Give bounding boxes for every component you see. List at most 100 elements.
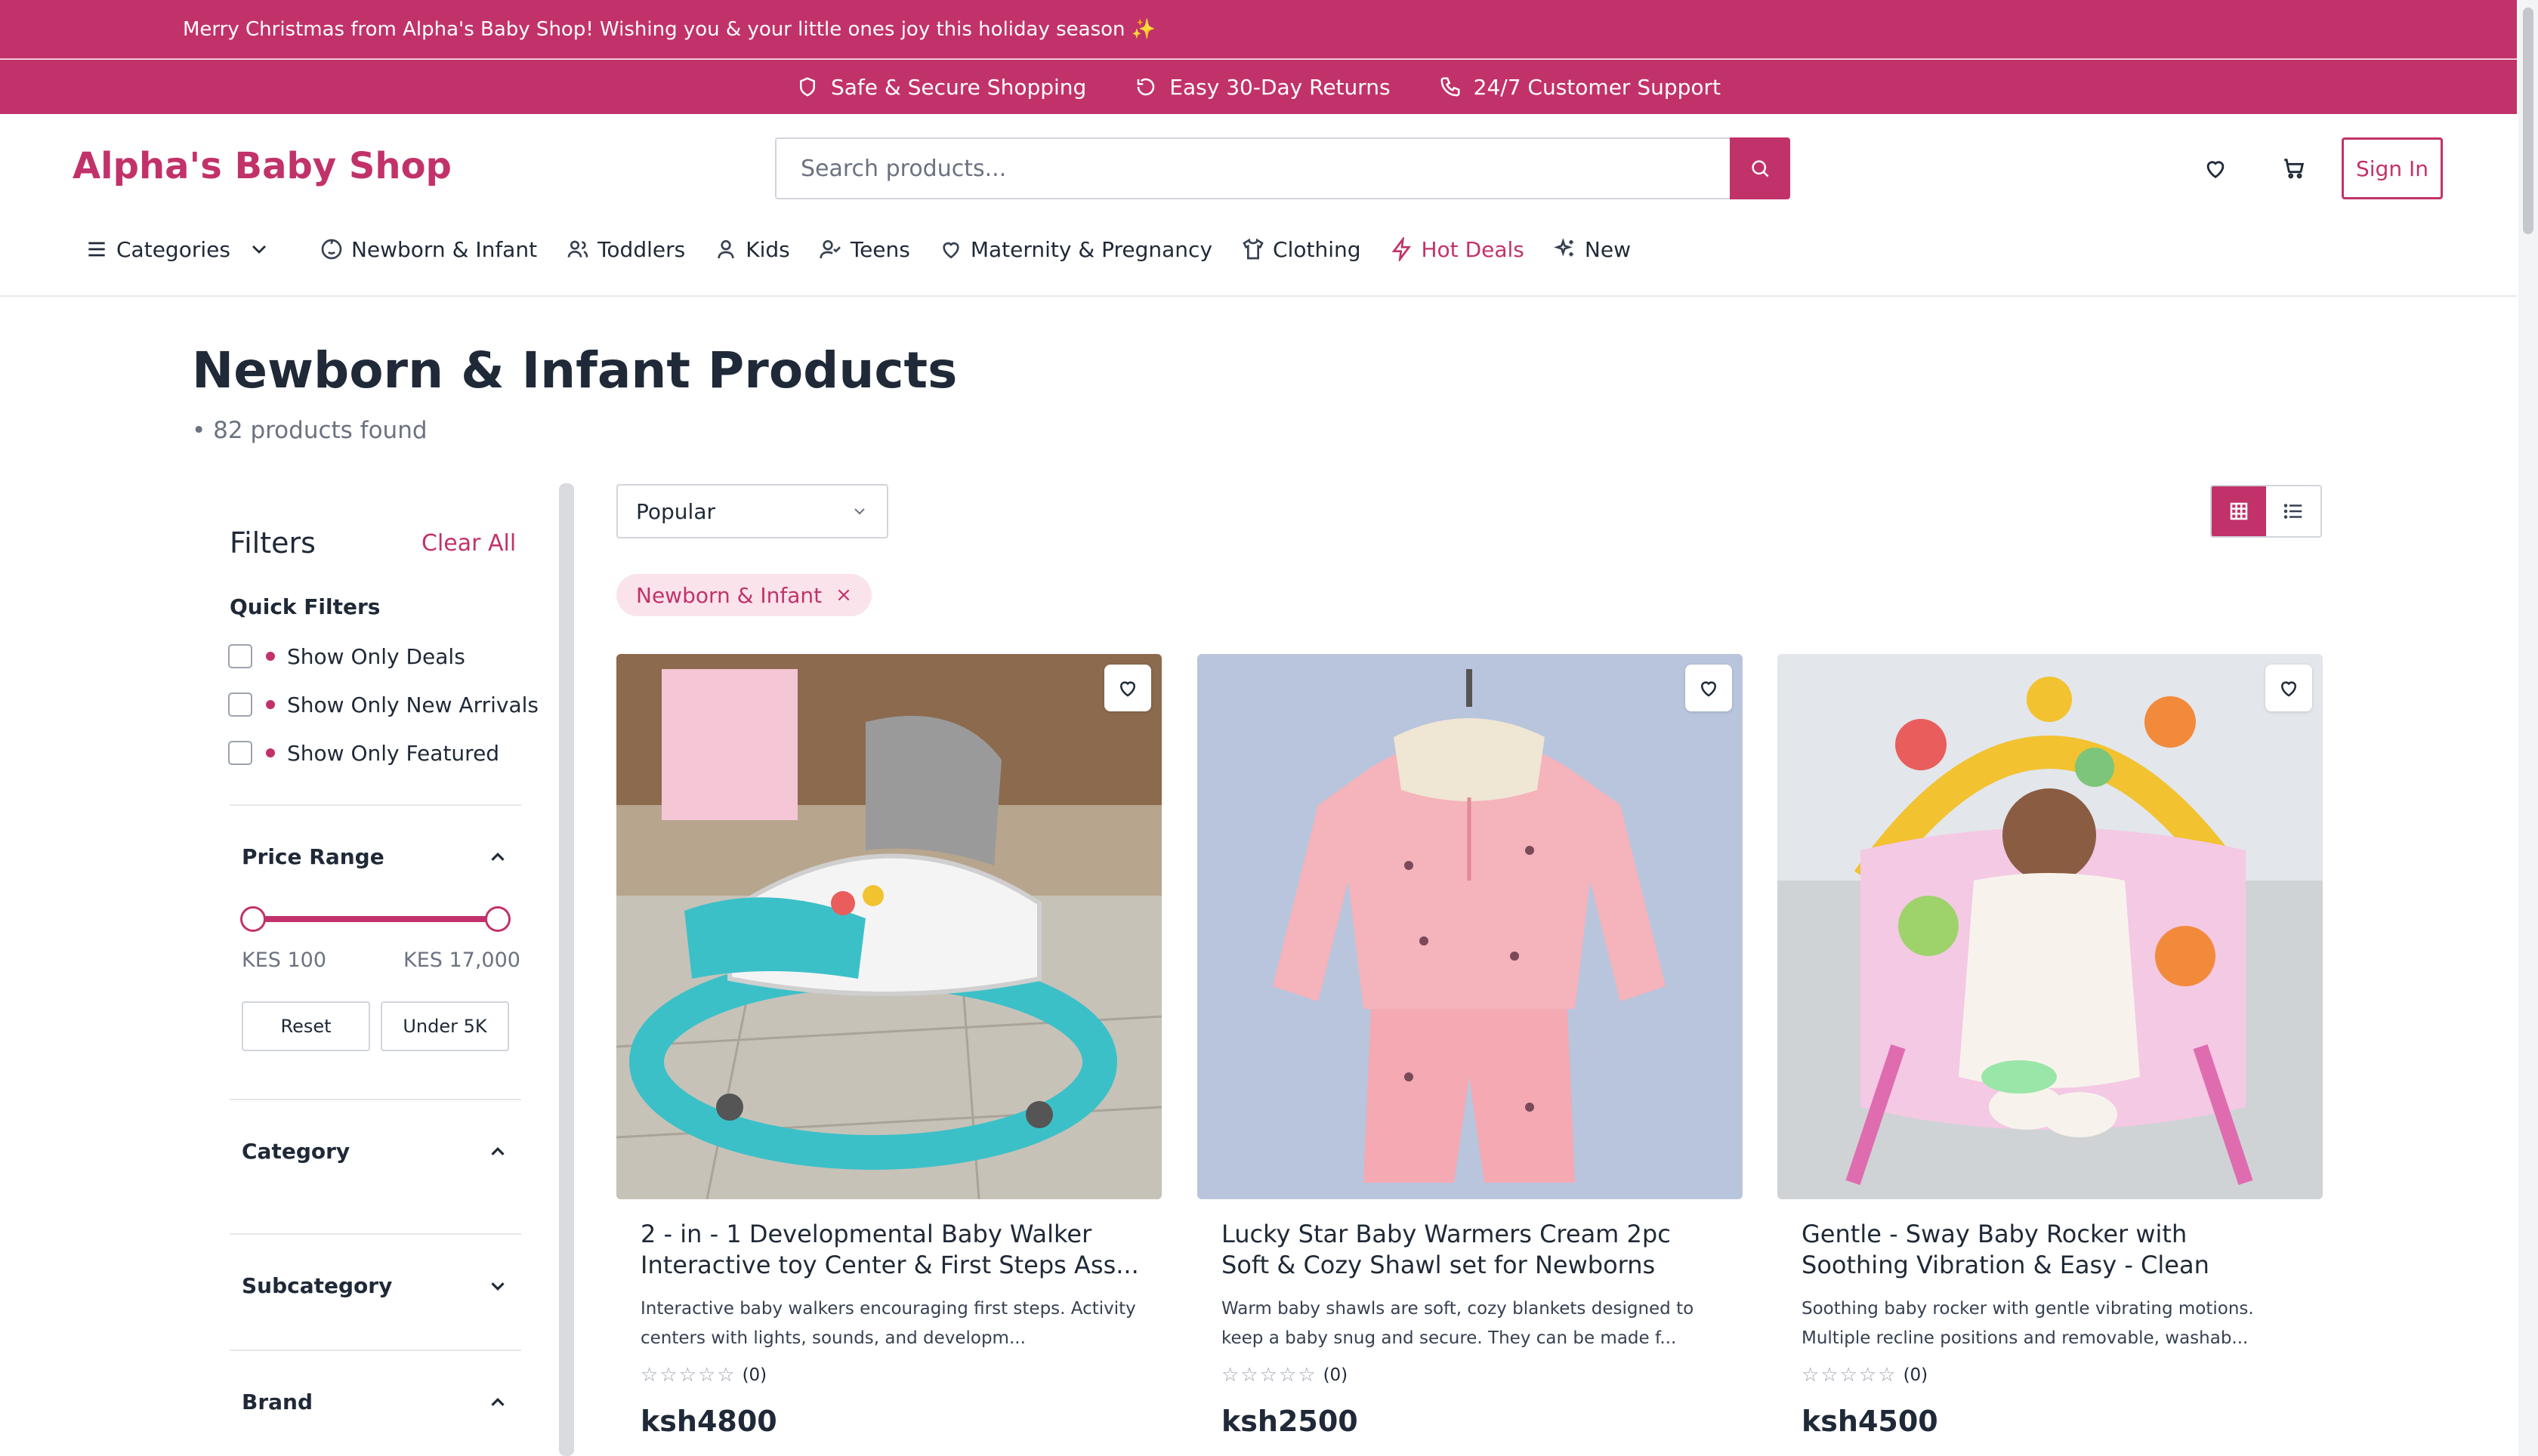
product-card[interactable]: 2 - in - 1 Developmental Baby Walker Int… bbox=[616, 654, 1162, 1456]
star-icon: ☆ bbox=[1278, 1364, 1297, 1387]
list-icon bbox=[2283, 504, 2302, 519]
cart-icon bbox=[2284, 159, 2305, 179]
cart-button[interactable] bbox=[2277, 151, 2311, 186]
nav-item-clothing[interactable]: Clothing bbox=[1241, 237, 1361, 262]
baby-walker-image bbox=[616, 654, 1162, 1199]
category-nav: Categories Newborn & Infant Toddlers Kid… bbox=[85, 227, 1660, 272]
active-filter-chip[interactable]: Newborn & Infant × bbox=[616, 574, 872, 616]
promo-banner: Merry Christmas from Alpha's Baby Shop! … bbox=[0, 0, 2517, 59]
wishlist-toggle[interactable] bbox=[1685, 665, 1732, 711]
page-title: Newborn & Infant Products bbox=[192, 341, 958, 399]
clear-all-button[interactable]: Clear All bbox=[421, 530, 516, 557]
checkbox[interactable] bbox=[228, 741, 252, 765]
nav-item-new[interactable]: New bbox=[1553, 237, 1631, 262]
product-title[interactable]: 2 - in - 1 Developmental Baby Walker Int… bbox=[641, 1219, 1139, 1281]
dot-marker bbox=[266, 652, 275, 661]
checkbox[interactable] bbox=[228, 693, 252, 717]
heart-icon bbox=[2280, 681, 2297, 697]
price-min-handle[interactable] bbox=[240, 906, 266, 932]
categories-menu[interactable]: Categories bbox=[85, 237, 271, 262]
lightning-icon bbox=[1391, 237, 1411, 261]
return-icon bbox=[1138, 78, 1155, 96]
list-view-button[interactable] bbox=[2266, 486, 2320, 536]
rating-count: (0) bbox=[1903, 1365, 1928, 1385]
rating-count: (0) bbox=[742, 1365, 767, 1385]
user-icon bbox=[718, 240, 734, 259]
product-title[interactable]: Lucky Star Baby Warmers Cream 2pc Soft &… bbox=[1221, 1219, 1720, 1281]
product-price: ksh2500 bbox=[1221, 1405, 1358, 1438]
price-range-track[interactable] bbox=[252, 916, 497, 922]
search-icon bbox=[1752, 160, 1769, 177]
chevron-down-icon[interactable] bbox=[486, 1275, 509, 1297]
nav-label: Hot Deals bbox=[1421, 236, 1524, 262]
filter-new-arrivals[interactable]: Show Only New Arrivals bbox=[228, 691, 539, 718]
wishlist-button[interactable] bbox=[2198, 151, 2233, 186]
filter-deals[interactable]: Show Only Deals bbox=[228, 643, 465, 670]
search-input[interactable] bbox=[775, 137, 1731, 199]
brand-filter-title[interactable]: Brand bbox=[242, 1390, 313, 1414]
heart-icon bbox=[1119, 681, 1136, 697]
product-rating: ☆ ☆ ☆ ☆ ☆ (0) bbox=[641, 1364, 767, 1387]
product-image[interactable] bbox=[1777, 654, 2323, 1199]
nav-item-kids[interactable]: Kids bbox=[714, 237, 790, 262]
subcategory-filter-title[interactable]: Subcategory bbox=[242, 1273, 392, 1298]
filter-label: Show Only New Arrivals bbox=[287, 692, 539, 717]
product-card[interactable]: Lucky Star Baby Warmers Cream 2pc Soft &… bbox=[1197, 654, 1743, 1456]
product-image[interactable] bbox=[1197, 654, 1743, 1199]
price-range-title[interactable]: Price Range bbox=[242, 844, 384, 869]
price-max-handle[interactable] bbox=[485, 906, 511, 932]
sort-select[interactable]: Popular bbox=[616, 484, 888, 538]
star-icon: ☆ bbox=[1240, 1364, 1258, 1387]
chevron-up-icon[interactable] bbox=[486, 1391, 509, 1414]
product-card[interactable]: Gentle - Sway Baby Rocker with Soothing … bbox=[1777, 654, 2323, 1456]
nav-item-maternity[interactable]: Maternity & Pregnancy bbox=[939, 237, 1212, 262]
trust-bar: Safe & Secure Shopping Easy 30-Day Retur… bbox=[0, 60, 2517, 114]
signin-button[interactable]: Sign In bbox=[2342, 137, 2443, 199]
shield-icon bbox=[799, 77, 815, 97]
chevron-up-icon[interactable] bbox=[486, 1140, 509, 1163]
filter-featured[interactable]: Show Only Featured bbox=[228, 739, 499, 767]
product-image[interactable] bbox=[616, 654, 1162, 1199]
grid-view-button[interactable] bbox=[2212, 486, 2266, 536]
header-divider bbox=[0, 295, 2517, 297]
categories-label: Categories bbox=[116, 236, 230, 262]
nav-label: Teens bbox=[850, 236, 910, 262]
checkbox[interactable] bbox=[228, 644, 252, 668]
search-button[interactable] bbox=[1730, 137, 1790, 199]
page-scrollbar-thumb[interactable] bbox=[2523, 8, 2533, 234]
nav-label: Kids bbox=[746, 236, 790, 262]
nav-item-hot-deals[interactable]: Hot Deals bbox=[1390, 237, 1524, 262]
sidebar-scrollbar[interactable] bbox=[559, 483, 574, 1456]
baby-face-icon bbox=[321, 239, 342, 260]
close-icon[interactable]: × bbox=[835, 584, 852, 606]
trust-item-support: 24/7 Customer Support bbox=[1439, 75, 1721, 100]
rating-count: (0) bbox=[1323, 1365, 1348, 1385]
star-icon: ☆ bbox=[717, 1364, 735, 1387]
wishlist-toggle[interactable] bbox=[1104, 665, 1151, 711]
divider bbox=[230, 1233, 521, 1235]
nav-label: Newborn & Infant bbox=[350, 236, 538, 262]
grid-icon bbox=[2230, 502, 2248, 520]
nav-item-toddlers[interactable]: Toddlers bbox=[566, 237, 685, 262]
under-5k-button[interactable]: Under 5K bbox=[381, 1001, 509, 1051]
wishlist-toggle[interactable] bbox=[2265, 665, 2312, 711]
product-count: • 82 products found bbox=[192, 417, 428, 444]
phone-icon bbox=[1440, 77, 1460, 97]
product-price: ksh4500 bbox=[1802, 1405, 1938, 1438]
nav-item-teens[interactable]: Teens bbox=[819, 237, 910, 262]
category-filter-title[interactable]: Category bbox=[242, 1139, 350, 1164]
star-icon: ☆ bbox=[678, 1364, 696, 1387]
trust-label: 24/7 Customer Support bbox=[1473, 74, 1721, 100]
price-reset-button[interactable]: Reset bbox=[242, 1001, 370, 1051]
star-icon: ☆ bbox=[1802, 1364, 1820, 1387]
product-title[interactable]: Gentle - Sway Baby Rocker with Soothing … bbox=[1802, 1219, 2300, 1281]
nav-label: New bbox=[1584, 236, 1631, 262]
divider bbox=[230, 1350, 521, 1351]
nav-item-newborn[interactable]: Newborn & Infant bbox=[320, 237, 537, 262]
star-icon: ☆ bbox=[1221, 1364, 1240, 1387]
heart-icon bbox=[943, 242, 959, 259]
users-icon bbox=[567, 240, 588, 258]
star-icon: ☆ bbox=[1259, 1364, 1277, 1387]
chevron-up-icon[interactable] bbox=[486, 846, 509, 868]
site-logo[interactable]: Alpha's Baby Shop bbox=[73, 145, 452, 187]
